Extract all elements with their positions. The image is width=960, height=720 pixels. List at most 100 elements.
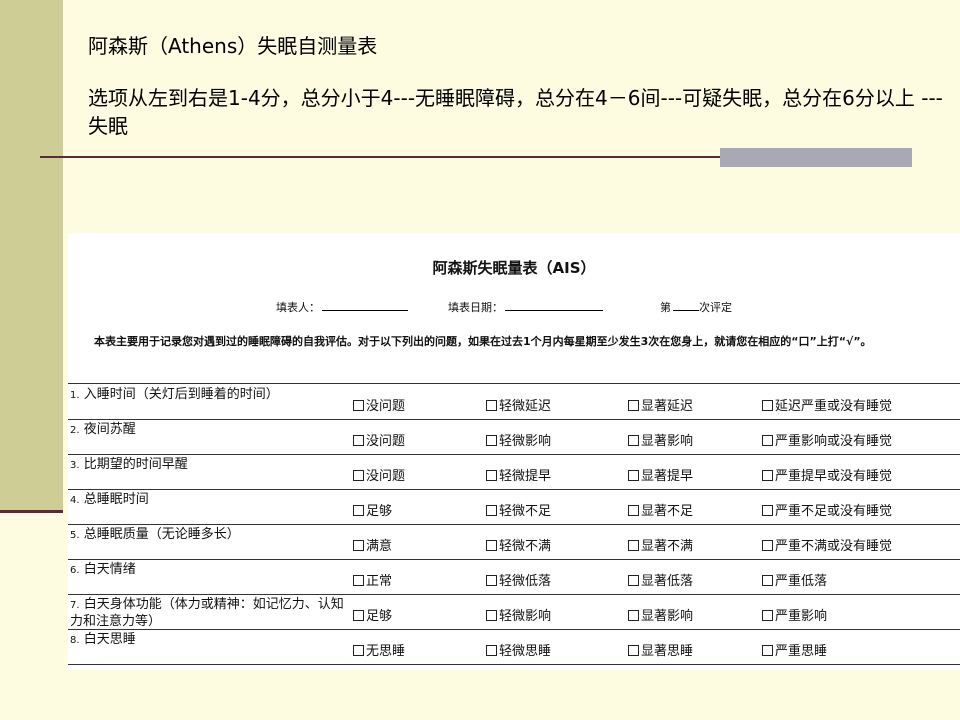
checkbox-icon[interactable] [353, 610, 364, 621]
checkbox-icon[interactable] [486, 435, 497, 446]
option-label: 轻微延迟 [499, 399, 552, 414]
checkbox-icon[interactable] [486, 540, 497, 551]
answer-option[interactable]: 没问题 [353, 395, 405, 414]
date-blank[interactable] [505, 300, 603, 311]
question-label: 白天思睡 [83, 632, 136, 647]
checkbox-icon[interactable] [353, 435, 364, 446]
checkbox-icon[interactable] [628, 645, 639, 656]
answer-option[interactable]: 显著影响 [628, 430, 693, 449]
option-label: 轻微思睡 [499, 644, 552, 659]
option-label: 轻微提早 [499, 469, 552, 484]
answer-option[interactable]: 足够 [353, 500, 392, 519]
checkbox-icon[interactable] [628, 610, 639, 621]
option-label: 显著低落 [641, 574, 694, 589]
checkbox-icon[interactable] [353, 575, 364, 586]
option-label: 没问题 [366, 399, 406, 414]
checkbox-icon[interactable] [628, 435, 639, 446]
answer-option[interactable]: 轻微不足 [486, 500, 551, 519]
checkbox-icon[interactable] [762, 645, 773, 656]
answer-option[interactable]: 显著不满 [628, 535, 693, 554]
table-row: 6. 白天情绪 正常 轻微低落 显著低落 严重低落 [68, 559, 960, 595]
checkbox-icon[interactable] [628, 505, 639, 516]
checkbox-icon[interactable] [628, 400, 639, 411]
checkbox-icon[interactable] [762, 575, 773, 586]
answer-option[interactable]: 严重思睡 [762, 640, 827, 659]
question-text: 1. 入睡时间（关灯后到睡着的时间） [70, 387, 345, 404]
checkbox-icon[interactable] [486, 575, 497, 586]
answer-option[interactable]: 严重影响或没有睡觉 [762, 430, 892, 449]
answer-option[interactable]: 轻微思睡 [486, 640, 551, 659]
answer-option[interactable]: 严重影响 [762, 605, 827, 624]
checkbox-icon[interactable] [353, 645, 364, 656]
checkbox-icon[interactable] [353, 470, 364, 481]
answer-option[interactable]: 没问题 [353, 465, 405, 484]
answer-option[interactable]: 轻微提早 [486, 465, 551, 484]
date-field: 填表日期： [448, 299, 603, 315]
answer-option[interactable]: 轻微影响 [486, 605, 551, 624]
answer-option[interactable]: 显著影响 [628, 605, 693, 624]
checkbox-icon[interactable] [486, 505, 497, 516]
question-number: 4. [70, 495, 80, 506]
left-decor-bar [0, 0, 63, 510]
option-label: 显著影响 [641, 609, 694, 624]
answer-option[interactable]: 严重提早或没有睡觉 [762, 465, 892, 484]
checkbox-icon[interactable] [762, 400, 773, 411]
answer-option[interactable]: 显著思睡 [628, 640, 693, 659]
answer-option[interactable]: 显著延迟 [628, 395, 693, 414]
question-number: 1. [70, 390, 80, 401]
answer-option[interactable]: 轻微不满 [486, 535, 551, 554]
answer-option[interactable]: 没问题 [353, 430, 405, 449]
checkbox-icon[interactable] [762, 470, 773, 481]
option-label: 没问题 [366, 434, 406, 449]
answer-option[interactable]: 严重不满或没有睡觉 [762, 535, 892, 554]
question-label: 总睡眠质量（无论睡多长） [83, 527, 240, 542]
option-label: 足够 [366, 504, 393, 519]
option-label: 严重不足或没有睡觉 [775, 504, 893, 519]
option-label: 严重低落 [775, 574, 828, 589]
filler-blank[interactable] [322, 300, 408, 311]
option-label: 显著延迟 [641, 399, 694, 414]
checkbox-icon[interactable] [486, 610, 497, 621]
divider-accent-block [720, 148, 912, 167]
filler-field: 填表人： [276, 299, 408, 315]
ais-form: 阿森斯失眠量表（AIS） 填表人： 填表日期： 第 次评定 本表主要用于记录您对遇… [68, 233, 960, 670]
answer-option[interactable]: 足够 [353, 605, 392, 624]
option-label: 显著不足 [641, 504, 694, 519]
answer-option[interactable]: 严重低落 [762, 570, 827, 589]
answer-option[interactable]: 延迟严重或没有睡觉 [762, 395, 892, 414]
answer-option[interactable]: 显著不足 [628, 500, 693, 519]
checkbox-icon[interactable] [762, 540, 773, 551]
answer-option[interactable]: 显著低落 [628, 570, 693, 589]
checkbox-icon[interactable] [762, 435, 773, 446]
checkbox-icon[interactable] [353, 505, 364, 516]
question-number: 2. [70, 425, 80, 436]
option-label: 轻微不足 [499, 504, 552, 519]
checkbox-icon[interactable] [486, 645, 497, 656]
table-row: 5. 总睡眠质量（无论睡多长） 满意 轻微不满 显著不满 严重不满或没有睡觉 [68, 524, 960, 560]
checkbox-icon[interactable] [762, 610, 773, 621]
answer-option[interactable]: 满意 [353, 535, 392, 554]
answer-option[interactable]: 严重不足或没有睡觉 [762, 500, 892, 519]
option-label: 无思睡 [366, 644, 406, 659]
answer-option[interactable]: 轻微延迟 [486, 395, 551, 414]
answer-option[interactable]: 轻微低落 [486, 570, 551, 589]
answer-option[interactable]: 无思睡 [353, 640, 405, 659]
checkbox-icon[interactable] [628, 470, 639, 481]
question-text: 4. 总睡眠时间 [70, 492, 345, 509]
answer-option[interactable]: 显著提早 [628, 465, 693, 484]
round-blank[interactable] [673, 300, 699, 311]
checkbox-icon[interactable] [628, 575, 639, 586]
checkbox-icon[interactable] [353, 540, 364, 551]
table-row: 2. 夜间苏醒 没问题 轻微影响 显著影响 严重影响或没有睡觉 [68, 419, 960, 455]
option-label: 没问题 [366, 469, 406, 484]
checkbox-icon[interactable] [628, 540, 639, 551]
checkbox-icon[interactable] [486, 400, 497, 411]
round-suffix: 次评定 [699, 301, 732, 314]
checkbox-icon[interactable] [353, 400, 364, 411]
answer-option[interactable]: 正常 [353, 570, 392, 589]
answer-option[interactable]: 轻微影响 [486, 430, 551, 449]
checkbox-icon[interactable] [486, 470, 497, 481]
form-title: 阿森斯失眠量表（AIS） [432, 259, 596, 277]
checkbox-icon[interactable] [762, 505, 773, 516]
date-label: 填表日期： [448, 301, 503, 314]
